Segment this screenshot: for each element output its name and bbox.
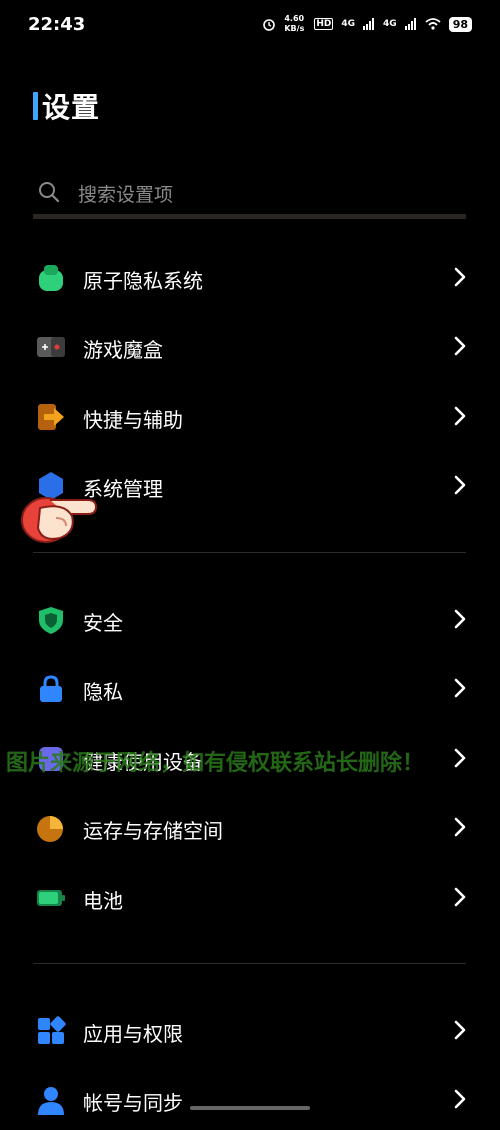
title-accent-bar (33, 92, 38, 120)
chevron-right-icon (454, 887, 466, 907)
apps-icon (38, 1016, 66, 1044)
pointing-hand-icon (21, 497, 98, 543)
page-title-text: 设置 (42, 91, 101, 124)
status-time: 22:43 (28, 14, 86, 35)
settings-item-label: 原子隐私系统 (83, 269, 203, 293)
privacy-lock-icon (40, 675, 62, 702)
search-input[interactable]: 搜索设置项 (33, 170, 466, 219)
network-speed: 4.60 KB/s (284, 14, 305, 33)
security-shield-icon (39, 607, 63, 634)
game-box-icon (37, 337, 65, 357)
shortcut-icon (38, 404, 64, 430)
chevron-right-icon (454, 406, 466, 426)
settings-item-label: 帐号与同步 (83, 1091, 183, 1115)
settings-item-label: 快捷与辅助 (83, 408, 183, 432)
atom-privacy-icon (39, 265, 63, 291)
alarm-icon (263, 19, 276, 31)
signal-4g-2: 4G (383, 19, 397, 29)
settings-item-account[interactable]: 帐号与同步 (0, 1070, 500, 1130)
group-divider (33, 963, 466, 964)
search-placeholder: 搜索设置项 (78, 184, 174, 206)
signal-bars-icon (404, 18, 416, 30)
home-indicator[interactable] (190, 1106, 310, 1110)
settings-item-label: 游戏魔盒 (83, 338, 163, 362)
wifi-icon (425, 18, 441, 30)
hd-badge: HD (314, 18, 334, 30)
battery-icon (37, 890, 65, 906)
settings-item-battery[interactable]: 电池 (0, 868, 500, 928)
settings-item-label: 安全 (83, 611, 123, 635)
settings-item-atom-privacy[interactable]: 原子隐私系统 (0, 248, 500, 308)
chevron-right-icon (454, 678, 466, 698)
settings-item-security[interactable]: 安全 (0, 590, 500, 650)
settings-item-label: 运存与存储空间 (83, 819, 223, 843)
chevron-right-icon (454, 1020, 466, 1040)
group-divider (33, 552, 466, 553)
chevron-right-icon (454, 475, 466, 495)
page-title: 设置 (33, 86, 100, 126)
signal-bars-icon (363, 18, 375, 30)
chevron-right-icon (454, 336, 466, 356)
signal-4g-1: 4G (341, 19, 356, 29)
settings-item-storage[interactable]: 运存与存储空间 (0, 798, 500, 858)
settings-item-apps[interactable]: 应用与权限 (0, 1001, 500, 1061)
status-icons: 4.60 KB/s HD 4G 4G 98 (262, 14, 472, 34)
settings-item-privacy[interactable]: 隐私 (0, 659, 500, 719)
settings-item-label: 隐私 (83, 680, 123, 704)
settings-item-label: 应用与权限 (83, 1022, 183, 1046)
chevron-right-icon (454, 748, 466, 768)
search-icon (39, 182, 60, 203)
battery-level: 98 (448, 16, 472, 32)
chevron-right-icon (454, 817, 466, 837)
chevron-right-icon (454, 609, 466, 629)
storage-icon (37, 816, 63, 842)
settings-item-label: 电池 (83, 889, 123, 913)
chevron-right-icon (454, 267, 466, 287)
settings-item-game-box[interactable]: 游戏魔盒 (0, 317, 500, 377)
watermark-text: 图片来源于网络，如有侵权联系站长删除！ (6, 751, 425, 776)
status-bar: 22:43 4.60 KB/s HD 4G 4G 98 (0, 0, 500, 52)
chevron-right-icon (454, 1089, 466, 1109)
settings-item-shortcut[interactable]: 快捷与辅助 (0, 387, 500, 447)
